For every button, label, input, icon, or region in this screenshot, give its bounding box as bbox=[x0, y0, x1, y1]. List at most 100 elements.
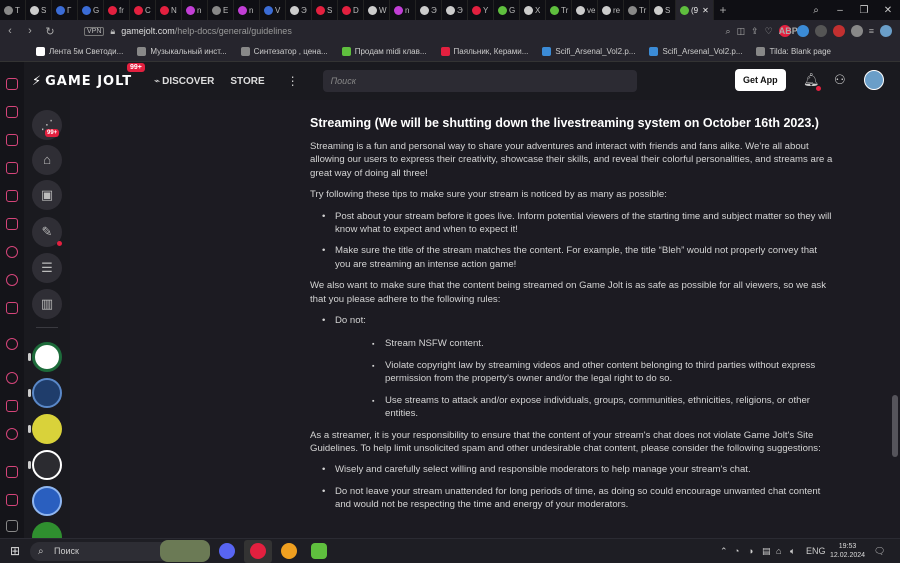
tray-app-icon[interactable]: ◔ bbox=[734, 546, 739, 556]
community-avatar[interactable] bbox=[32, 414, 62, 444]
bookmark-item[interactable]: Музыкальный инст... bbox=[137, 47, 227, 56]
extension-icon[interactable] bbox=[850, 25, 863, 37]
extension-icon[interactable] bbox=[832, 25, 845, 37]
sidebar-settings-icon[interactable] bbox=[6, 428, 18, 440]
community-avatar[interactable] bbox=[32, 486, 62, 516]
sidebar-player-icon[interactable] bbox=[6, 338, 18, 350]
volume-icon[interactable]: 🔈︎ bbox=[790, 546, 795, 557]
extension-icon[interactable] bbox=[814, 25, 827, 37]
sidebar-arc-icon[interactable] bbox=[6, 218, 18, 230]
browser-tab[interactable]: n bbox=[182, 0, 208, 20]
heart-icon[interactable]: ♡ bbox=[765, 26, 773, 37]
profile-avatar[interactable] bbox=[880, 25, 892, 37]
sidebar-twitch-icon[interactable] bbox=[6, 190, 18, 202]
library-icon[interactable]: ▥ bbox=[32, 289, 62, 319]
new-tab-button[interactable]: + bbox=[714, 3, 732, 17]
browser-tab[interactable]: S bbox=[26, 0, 52, 20]
browser-tab[interactable]: D bbox=[338, 0, 364, 20]
maximize-icon[interactable]: ❐ bbox=[852, 5, 876, 16]
browser-tab[interactable]: n bbox=[390, 0, 416, 20]
bookmark-item[interactable]: Scifi_Arsenal_Vol2.p... bbox=[649, 47, 742, 56]
store-icon[interactable]: ⌂ bbox=[32, 145, 62, 175]
page-scrollbar[interactable] bbox=[890, 100, 900, 538]
browser-tab[interactable]: Э bbox=[442, 0, 468, 20]
browser-tab-active[interactable]: (9 ✕ bbox=[676, 0, 714, 20]
community-avatar[interactable] bbox=[32, 450, 62, 480]
sidebar-more-icon[interactable] bbox=[6, 520, 18, 532]
sidebar-telegram-icon[interactable] bbox=[6, 274, 18, 286]
tray-app-icon[interactable]: ◑ bbox=[748, 546, 753, 556]
sidebar-workspace-icon[interactable] bbox=[6, 466, 18, 478]
bookmark-item[interactable]: Паяльник, Керами... bbox=[440, 47, 528, 56]
community-avatar[interactable] bbox=[32, 342, 62, 372]
sidebar-gamepad-icon[interactable] bbox=[6, 106, 18, 118]
sidebar-instagram-icon[interactable] bbox=[6, 162, 18, 174]
browser-tab[interactable]: Y bbox=[468, 0, 494, 20]
bookmark-item[interactable]: Продам midi клав... bbox=[341, 47, 427, 56]
browser-tab[interactable]: E bbox=[208, 0, 234, 20]
windows-start-icon[interactable]: ⊞ bbox=[10, 544, 20, 558]
browser-tab[interactable]: S bbox=[312, 0, 338, 20]
discover-link[interactable]: ⌁ DISCOVER bbox=[154, 76, 214, 87]
browser-tab[interactable]: V bbox=[260, 0, 286, 20]
backpack-icon[interactable]: ▣ bbox=[32, 180, 62, 210]
language-indicator[interactable]: ENG bbox=[806, 546, 826, 556]
browser-tab[interactable]: fr bbox=[104, 0, 130, 20]
sidebar-cube-icon[interactable] bbox=[6, 400, 18, 412]
gamejolt-app-icon[interactable] bbox=[311, 543, 327, 559]
app-icon[interactable] bbox=[281, 543, 297, 559]
bookmark-item[interactable]: Лента 5м Светоди... bbox=[36, 47, 123, 56]
browser-tab[interactable]: N bbox=[156, 0, 182, 20]
tray-app-icon[interactable]: ▤ bbox=[762, 546, 771, 557]
store-link[interactable]: STORE bbox=[230, 76, 264, 87]
discord-app-icon[interactable] bbox=[219, 543, 235, 559]
search-input[interactable]: Поиск bbox=[322, 70, 637, 92]
more-vertical-icon[interactable]: ⋮ bbox=[287, 74, 299, 88]
scrollbar-thumb[interactable] bbox=[892, 395, 898, 457]
network-icon[interactable]: ⌂ bbox=[776, 546, 781, 556]
tray-chevron-icon[interactable]: ⌃ bbox=[720, 546, 728, 557]
browser-tab[interactable]: Т bbox=[0, 0, 26, 20]
browser-tab[interactable]: Tr bbox=[546, 0, 572, 20]
bookmark-item[interactable]: Синтезатор , цена... bbox=[240, 47, 328, 56]
opera-app-icon[interactable] bbox=[250, 543, 266, 559]
search-tabs-icon[interactable]: ⌕ bbox=[804, 5, 828, 16]
browser-tab[interactable]: S bbox=[650, 0, 676, 20]
adblock-extension-icon[interactable]: ABP bbox=[778, 25, 798, 37]
sidebar-gallery-icon[interactable] bbox=[6, 494, 18, 506]
vpn-badge[interactable]: VPN bbox=[84, 26, 105, 36]
browser-tab[interactable]: n bbox=[234, 0, 260, 20]
get-app-button[interactable]: Get App bbox=[735, 69, 786, 91]
sidebar-home-icon[interactable] bbox=[6, 78, 18, 90]
reload-icon[interactable]: ↻ bbox=[40, 25, 60, 38]
user-avatar[interactable] bbox=[864, 70, 884, 90]
address-bar[interactable]: gamejolt.com/help-docs/general/guideline… bbox=[121, 26, 292, 36]
bookmark-item[interactable]: Tilda: Blank page bbox=[756, 47, 831, 56]
friends-icon[interactable]: ⚇ bbox=[834, 72, 846, 88]
browser-tab[interactable]: W bbox=[364, 0, 390, 20]
browser-tab[interactable]: ve bbox=[572, 0, 598, 20]
close-window-icon[interactable]: ✕ bbox=[876, 5, 900, 16]
forward-icon[interactable]: › bbox=[20, 25, 40, 37]
notifications-icon[interactable]: 🗨︎ bbox=[874, 546, 885, 557]
browser-tab[interactable]: Г bbox=[52, 0, 78, 20]
close-tab-icon[interactable]: ✕ bbox=[702, 6, 709, 15]
back-icon[interactable]: ‹ bbox=[0, 25, 20, 37]
bookmark-item[interactable]: Scifi_Arsenal_Vol2.p... bbox=[542, 47, 635, 56]
sidebar-history-icon[interactable] bbox=[6, 372, 18, 384]
browser-tab[interactable]: G bbox=[494, 0, 520, 20]
browser-tab[interactable]: X bbox=[520, 0, 546, 20]
share-icon[interactable]: ⇪ bbox=[751, 26, 759, 37]
browser-tab[interactable]: C bbox=[130, 0, 156, 20]
search-icon[interactable]: ⌕ bbox=[726, 26, 731, 37]
browser-tab[interactable]: Э bbox=[416, 0, 442, 20]
minimize-icon[interactable]: – bbox=[828, 5, 852, 16]
browser-tab[interactable]: Э bbox=[286, 0, 312, 20]
sidebar-messenger-icon[interactable] bbox=[6, 246, 18, 258]
sidebar-x-icon[interactable] bbox=[6, 302, 18, 314]
community-avatar[interactable] bbox=[32, 378, 62, 408]
sidebar-bag-icon[interactable] bbox=[6, 134, 18, 146]
menu-icon[interactable]: ≡ bbox=[869, 26, 874, 36]
browser-tab[interactable]: Tr bbox=[624, 0, 650, 20]
gamejolt-logo[interactable]: ⚡ GAME JOLT bbox=[32, 74, 132, 89]
